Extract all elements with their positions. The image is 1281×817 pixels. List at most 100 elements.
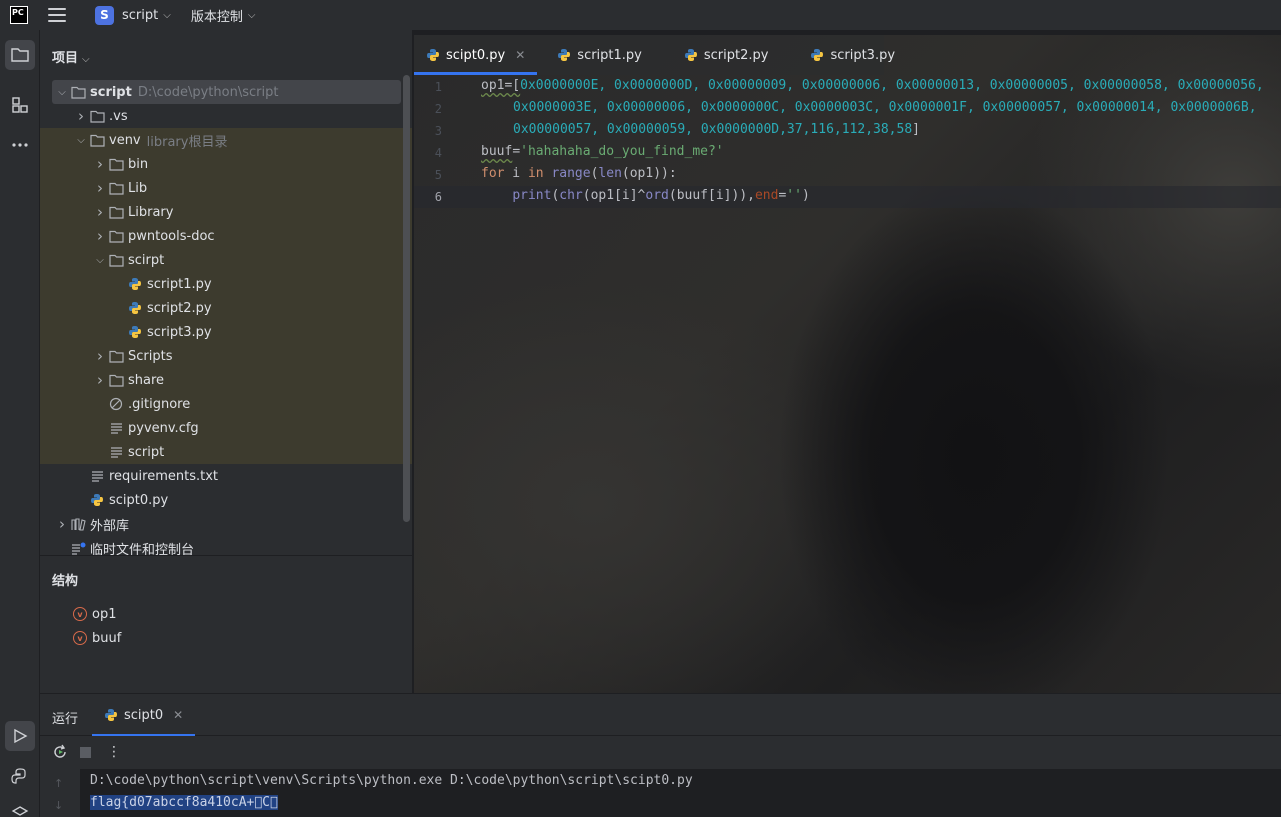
tree-item-venv[interactable]: ⌵ venv library根目录 xyxy=(40,128,412,152)
tree-item-script2-py[interactable]: script2.py xyxy=(40,296,412,320)
tree-item-script[interactable]: ⌵ script D:\code\python\script xyxy=(52,80,401,104)
line-number: 6 xyxy=(434,190,442,204)
scroll-down-icon[interactable]: ↓ xyxy=(54,799,63,812)
run-panel-title: 运行 xyxy=(52,712,79,727)
tab-label: script2.py xyxy=(703,47,769,63)
project-scrollbar[interactable] xyxy=(403,75,410,522)
editor-tabs: scipt0.py ✕ script1.py script2.py script… xyxy=(414,35,1281,75)
tab-scipt0[interactable]: scipt0.py ✕ xyxy=(414,35,538,75)
tree-item-gitignore[interactable]: .gitignore xyxy=(40,392,412,416)
code-line-2[interactable]: 0x0000003E, 0x00000006, 0x0000000C, 0x00… xyxy=(513,100,1257,115)
python-icon xyxy=(89,492,105,508)
tab-label: script1.py xyxy=(577,47,642,63)
tree-item-[interactable]: › 外部库 xyxy=(40,512,412,536)
python-console-button[interactable] xyxy=(5,761,35,791)
stop-icon[interactable] xyxy=(80,746,91,758)
project-panel: 项目 ⌵ ⌵ script D:\code\python\script › .vs ⌵ ven… xyxy=(40,30,413,555)
tree-item-label: script xyxy=(128,444,165,460)
structure-icon xyxy=(12,97,28,113)
tree-item-vs[interactable]: › .vs xyxy=(40,104,412,128)
tree-item-bin[interactable]: › bin xyxy=(40,152,412,176)
project-badge[interactable]: S xyxy=(95,5,114,25)
tab-script3[interactable]: script3.py xyxy=(798,35,907,75)
code-line-4[interactable]: buuf='hahahaha_do_you_find_me?' xyxy=(481,144,724,159)
scroll-up-icon[interactable]: ↑ xyxy=(54,777,63,790)
project-tool-button[interactable] xyxy=(5,40,35,70)
tree-item-label: script2.py xyxy=(147,300,212,316)
more-icon[interactable] xyxy=(5,130,35,160)
chevron-right-icon[interactable]: › xyxy=(92,371,108,389)
close-icon[interactable]: ✕ xyxy=(515,48,525,62)
tree-item-label: bin xyxy=(128,156,149,172)
structure-item-op1[interactable]: v op1 xyxy=(73,603,116,625)
left-tool-stripe xyxy=(0,30,40,817)
tree-item-script3-py[interactable]: script3.py xyxy=(40,320,412,344)
chevron-down-icon[interactable]: ⌵ xyxy=(248,10,256,21)
tab-script1[interactable]: script1.py xyxy=(545,35,654,75)
main-menu-icon[interactable] xyxy=(48,8,66,22)
tree-item-pyvenv-cfg[interactable]: pyvenv.cfg xyxy=(40,416,412,440)
tree-item-scripts[interactable]: › Scripts xyxy=(40,344,412,368)
project-panel-title[interactable]: 项目 ⌵ xyxy=(52,47,90,66)
code-line-1[interactable]: op1=[0x0000000E, 0x0000000D, 0x00000009,… xyxy=(481,78,1264,93)
tree-item-[interactable]: 临时文件和控制台 xyxy=(40,536,412,555)
tree-item-pwntools-doc[interactable]: › pwntools-doc xyxy=(40,224,412,248)
run-tool-button[interactable] xyxy=(5,721,35,751)
project-name[interactable]: script xyxy=(122,8,158,23)
editor[interactable]: scipt0.py ✕ script1.py script2.py script… xyxy=(414,35,1281,693)
tree-item-library[interactable]: › Library xyxy=(40,200,412,224)
variable-icon: v xyxy=(73,631,87,645)
structure-panel: 结构 v op1 v buuf xyxy=(40,555,413,693)
tree-item-lib[interactable]: › Lib xyxy=(40,176,412,200)
python-file-icon xyxy=(426,48,440,62)
text-icon xyxy=(108,444,124,460)
tree-item-script[interactable]: script xyxy=(40,440,412,464)
chevron-down-icon[interactable]: ⌵ xyxy=(92,255,108,266)
code-line-5[interactable]: for i in range(len(op1)): xyxy=(481,166,677,181)
tree-item-label: Library xyxy=(128,204,174,220)
console-gutter: ↑ ↓ xyxy=(40,769,80,817)
console-output-line[interactable]: flag{d07abccf8a410cA+ C  xyxy=(90,795,278,810)
tree-item-scirpt[interactable]: ⌵ scirpt xyxy=(40,248,412,272)
chevron-right-icon[interactable]: › xyxy=(92,179,108,197)
run-toolbar: ⋮ xyxy=(40,736,1281,768)
code-line-3[interactable]: 0x00000057, 0x00000059, 0x0000000D,37,11… xyxy=(513,122,920,137)
chevron-right-icon[interactable]: › xyxy=(92,347,108,365)
folder-icon xyxy=(108,228,124,244)
chevron-down-icon[interactable]: ⌵ xyxy=(73,135,89,146)
chevron-right-icon[interactable]: › xyxy=(92,155,108,173)
folder-icon xyxy=(11,48,29,62)
tree-item-label: pyvenv.cfg xyxy=(128,420,199,436)
tree-item-label: .gitignore xyxy=(128,396,191,412)
tree-item-label: pwntools-doc xyxy=(128,228,215,244)
structure-item-buuf[interactable]: v buuf xyxy=(73,627,121,649)
tree-item-script1-py[interactable]: script1.py xyxy=(40,272,412,296)
rerun-icon[interactable] xyxy=(52,744,68,760)
tab-script2[interactable]: script2.py xyxy=(672,35,781,75)
more-vertical-icon[interactable]: ⋮ xyxy=(107,744,121,760)
tree-item-scipt0-py[interactable]: scipt0.py xyxy=(40,488,412,512)
chevron-right-icon[interactable]: › xyxy=(54,515,70,533)
scratch-icon xyxy=(70,540,86,555)
tree-item-share[interactable]: › share xyxy=(40,368,412,392)
chevron-down-icon[interactable]: ⌵ xyxy=(163,10,171,21)
structure-tool-button[interactable] xyxy=(5,90,35,120)
chevron-down-icon[interactable]: ⌵ xyxy=(54,87,70,98)
tree-item-label: script3.py xyxy=(147,324,212,340)
chevron-right-icon[interactable]: › xyxy=(92,203,108,221)
tab-label: scipt0.py xyxy=(446,47,506,63)
console-output[interactable]: D:\code\python\script\venv\Scripts\pytho… xyxy=(80,769,1281,817)
vcs-menu[interactable]: 版本控制 xyxy=(191,6,243,25)
ignore-icon xyxy=(108,396,124,412)
console-command-line: D:\code\python\script\venv\Scripts\pytho… xyxy=(90,773,693,788)
layers-icon[interactable] xyxy=(5,798,35,817)
chevron-right-icon[interactable]: › xyxy=(73,107,89,125)
folder-icon xyxy=(108,180,124,196)
run-tab-scipt0[interactable]: scipt0 ✕ xyxy=(92,694,196,736)
run-panel-header: 运行 scipt0 ✕ xyxy=(40,694,1281,736)
python-file-icon xyxy=(557,48,571,62)
close-icon[interactable]: ✕ xyxy=(173,708,183,722)
chevron-right-icon[interactable]: › xyxy=(92,227,108,245)
tree-item-requirements-txt[interactable]: requirements.txt xyxy=(40,464,412,488)
code-line-6[interactable]: print(chr(op1[i]^ord(buuf[i])),end='') xyxy=(481,188,809,203)
